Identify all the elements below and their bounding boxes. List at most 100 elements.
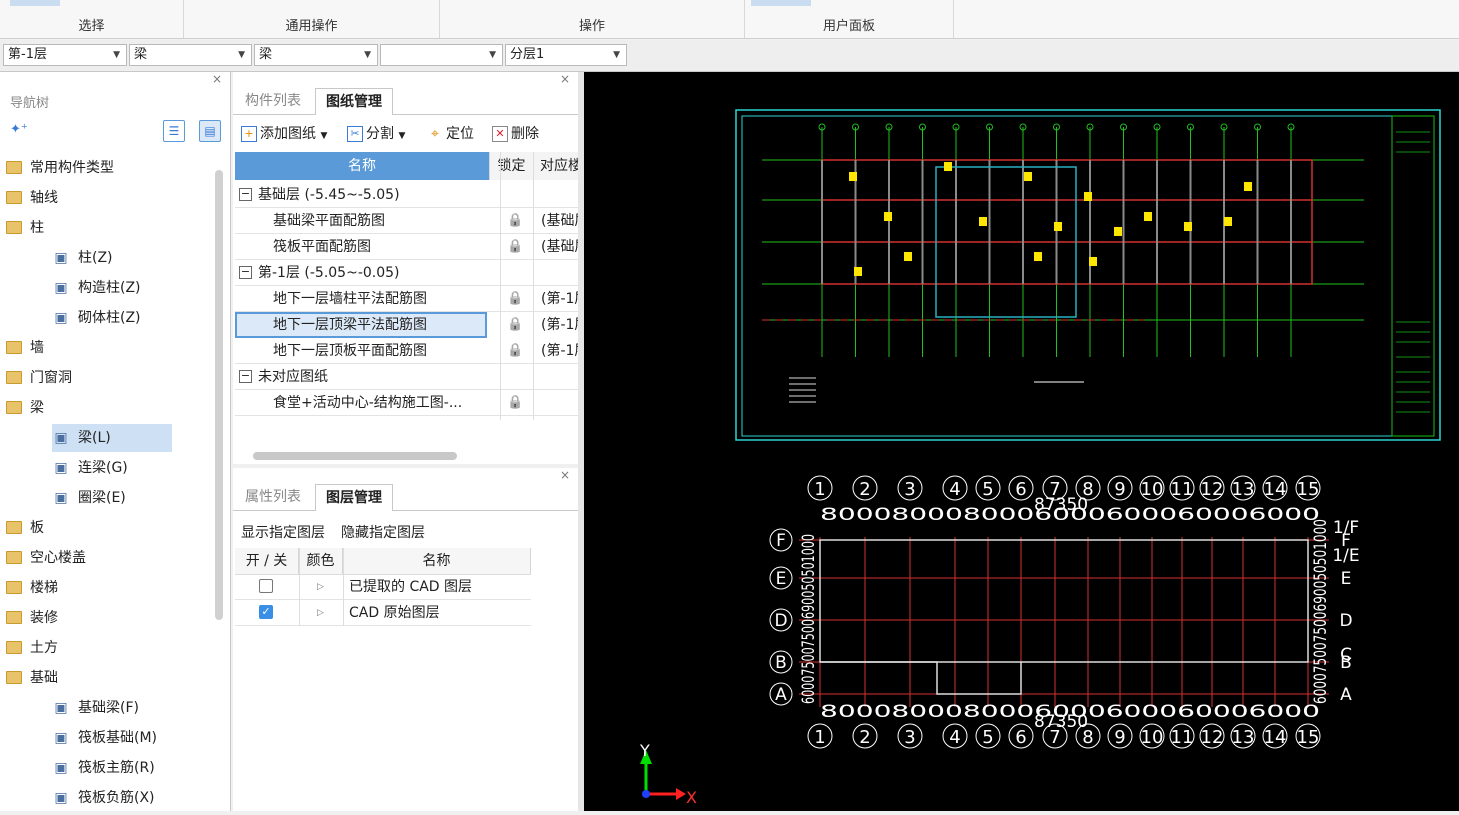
nav-folder[interactable]: 轴线 — [6, 184, 58, 212]
axis-number-top: 9 — [1114, 479, 1125, 500]
detail-view-icon[interactable]: ▤ — [199, 120, 221, 142]
axis-number-top: 13 — [1232, 479, 1255, 500]
nav-folder[interactable]: 门窗洞 — [6, 364, 72, 392]
sparkle-icon[interactable]: ✦⁺ — [10, 122, 28, 137]
drawing-name: 地下一层顶板平面配筋图 — [273, 343, 427, 359]
nav-item-label: 基础 — [30, 670, 58, 686]
layer-name: CAD 原始图层 — [349, 605, 440, 621]
nav-folder[interactable]: 常用构件类型 — [6, 154, 114, 182]
collapse-icon[interactable]: − — [239, 369, 252, 383]
axis-number-top: 4 — [949, 479, 960, 500]
hide-layers-link[interactable]: 隐藏指定图层 — [341, 522, 425, 542]
scrollbar[interactable] — [215, 170, 223, 620]
collapse-icon[interactable]: − — [239, 187, 252, 201]
drawing-row[interactable]: 地下一层顶梁平法配筋图 🔒 (第-1层) — [235, 312, 578, 338]
folder-icon — [6, 640, 22, 654]
nav-folder[interactable]: 装修 — [6, 604, 58, 632]
nav-subitem[interactable]: ▣ 梁(L) — [52, 424, 172, 452]
axis-number-bottom: 1 — [814, 727, 825, 748]
nav-subitem[interactable]: ▣ 圈梁(E) — [52, 484, 125, 512]
nav-subitem[interactable]: ▣ 连梁(G) — [52, 454, 127, 482]
locate-button[interactable]: ⌖ 定位 — [427, 124, 474, 144]
tab-property-list[interactable]: 属性列表 — [235, 484, 311, 510]
layer-select[interactable]: 分层1 ▼ — [505, 44, 627, 66]
split-icon: ✂ — [347, 126, 363, 142]
tab-drawing-management[interactable]: 图纸管理 — [315, 88, 393, 115]
link-beam-icon: ▣ — [54, 460, 68, 476]
lock-icon[interactable]: 🔒 — [507, 286, 523, 312]
nav-subitem[interactable]: ▣ 筏板基础(M) — [52, 724, 157, 752]
nav-subitem[interactable]: ▣ 砌体柱(Z) — [52, 304, 140, 332]
list-view-icon[interactable]: ☰ — [163, 120, 185, 142]
add-drawing-button[interactable]: + 添加图纸 ▼ — [241, 124, 327, 146]
drawing-name: 地下一层墙柱平法配筋图 — [273, 291, 427, 307]
tab-layer-management[interactable]: 图层管理 — [315, 484, 393, 511]
type-select[interactable]: 梁 ▼ — [254, 44, 378, 66]
tab-component-list[interactable]: 构件列表 — [235, 88, 311, 114]
floor-group-row[interactable]: − 基础层 (-5.45~-5.05) — [235, 182, 578, 208]
ribbon-group-label: 用户面板 — [822, 19, 875, 34]
nav-subitem[interactable]: ▣ 构造柱(Z) — [52, 274, 140, 302]
drawing-floor: (第-1层) — [541, 343, 578, 359]
axis-letter-left: E — [776, 569, 787, 589]
axis-letter-right: A — [1340, 685, 1352, 705]
layer-row[interactable]: ▷ 已提取的 CAD 图层 — [235, 574, 531, 600]
nav-folder[interactable]: 土方 — [6, 634, 58, 662]
lock-icon[interactable]: 🔒 — [507, 312, 523, 338]
close-icon[interactable]: × — [212, 72, 222, 86]
floor-group-row[interactable]: − 未对应图纸 — [235, 364, 578, 390]
show-layers-link[interactable]: 显示指定图层 — [241, 522, 325, 542]
column-lock[interactable]: 锁定 — [490, 152, 534, 180]
component-name-select[interactable]: ▼ — [380, 44, 503, 66]
drawing-row[interactable]: 基础梁平面配筋图 🔒 (基础层) — [235, 208, 578, 234]
axis-number-bottom: 5 — [982, 727, 993, 748]
nav-subitem[interactable]: ▣ 筏板主筋(R) — [52, 754, 154, 782]
rebar-tag — [1089, 257, 1097, 266]
delete-button[interactable]: ✕ 删除 — [492, 124, 539, 144]
lock-icon[interactable]: 🔒 — [507, 338, 523, 364]
floor-select[interactable]: 第-1层 ▼ — [3, 44, 127, 66]
cad-drawing-canvas[interactable]: 1 1 2 2 3 3 4 4 5 5 6 6 7 7 8 8 9 9 10 10 11 11 12 12 13 13 14 14 15… — [584, 72, 1459, 811]
lock-icon[interactable]: 🔒 — [507, 390, 523, 416]
layer-toggle-checkbox[interactable]: ✓ — [259, 605, 273, 619]
axis-number-bottom: 4 — [949, 727, 960, 748]
floor-group-row[interactable]: − 第-1层 (-5.05~-0.05) — [235, 260, 578, 286]
nav-folder[interactable]: 楼梯 — [6, 574, 58, 602]
nav-folder[interactable]: 柱 — [6, 214, 44, 242]
column-color: 颜色 — [299, 548, 343, 574]
nav-folder[interactable]: 梁 — [6, 394, 44, 422]
close-icon[interactable]: × — [560, 72, 570, 86]
nav-subitem[interactable]: ▣ 筏板负筋(X) — [52, 784, 155, 812]
drawing-row[interactable]: 筏板平面配筋图 🔒 (基础层) — [235, 234, 578, 260]
drawing-row[interactable]: 食堂+活动中心-结构施工图-... 🔒 — [235, 390, 578, 416]
drawing-name: 筏板平面配筋图 — [273, 239, 371, 255]
axis-number-bottom: 15 — [1297, 727, 1320, 748]
split-button[interactable]: ✂ 分割 ▼ — [347, 124, 405, 146]
axis-number-bottom: 9 — [1114, 727, 1125, 748]
lock-icon[interactable]: 🔒 — [507, 234, 523, 260]
chevron-down-icon: ▼ — [113, 50, 120, 60]
layer-grid-header: 开 / 关 颜色 名称 — [235, 548, 531, 575]
nav-folder[interactable]: 板 — [6, 514, 44, 542]
nav-subitem[interactable]: ▣ 基础梁(F) — [52, 694, 139, 722]
axis-number-top: 2 — [859, 479, 870, 500]
column-name[interactable]: 名称 — [235, 152, 490, 180]
horizontal-scrollbar[interactable] — [253, 452, 457, 460]
close-icon[interactable]: × — [560, 468, 570, 482]
collapse-icon[interactable]: − — [239, 265, 252, 279]
rebar-tag — [1184, 222, 1192, 231]
lock-icon[interactable]: 🔒 — [507, 208, 523, 234]
layer-toggle-checkbox[interactable] — [259, 579, 273, 593]
nav-folder[interactable]: 空心楼盖 — [6, 544, 86, 572]
layer-row[interactable]: ✓ ▷ CAD 原始图层 — [235, 600, 531, 626]
nav-folder[interactable]: 墙 — [6, 334, 44, 362]
category-select[interactable]: 梁 ▼ — [129, 44, 252, 66]
cad-drawing[interactable]: 1122334455667788991010111112121313141415… — [584, 72, 1459, 811]
drawing-row[interactable]: 地下一层墙柱平法配筋图 🔒 (第-1层) — [235, 286, 578, 312]
rebar-tag — [1244, 182, 1252, 191]
nav-item-label: 筏板负筋(X) — [78, 790, 155, 806]
nav-folder[interactable]: 基础 — [6, 664, 58, 692]
nav-subitem[interactable]: ▣ 柱(Z) — [52, 244, 112, 272]
drawing-row[interactable]: 地下一层顶板平面配筋图 🔒 (第-1层) — [235, 338, 578, 364]
ucs-axis-icon: Y X — [639, 741, 697, 807]
